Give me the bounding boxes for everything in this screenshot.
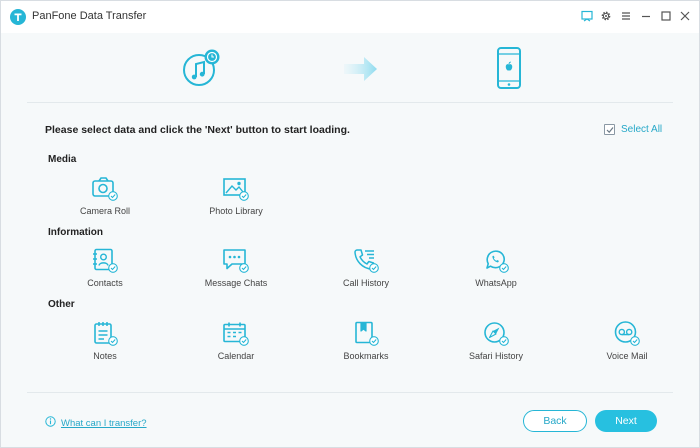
close-icon[interactable] (678, 9, 692, 23)
item-label: Photo Library (209, 206, 263, 216)
divider (27, 102, 673, 103)
iphone-target-icon (495, 46, 523, 95)
minimize-icon[interactable] (639, 9, 653, 23)
item-label: Bookmarks (343, 351, 389, 361)
item-label: Message Chats (204, 278, 268, 288)
item-contacts[interactable]: Contacts (60, 248, 150, 288)
music-source-icon (181, 47, 225, 92)
section-title-information: Information (48, 227, 103, 238)
contacts-icon (91, 248, 119, 274)
gear-icon[interactable] (599, 9, 613, 23)
item-label: Safari History (468, 351, 523, 361)
menu-icon[interactable] (619, 9, 633, 23)
item-voice-mail[interactable]: Voice Mail (582, 321, 672, 361)
item-camera-roll[interactable]: Camera Roll (60, 176, 150, 216)
app-logo-icon (10, 9, 26, 25)
item-safari-history[interactable]: Safari History (451, 321, 541, 361)
item-bookmarks[interactable]: Bookmarks (321, 321, 411, 361)
bookmark-icon (352, 321, 380, 347)
item-notes[interactable]: Notes (60, 321, 150, 361)
compass-icon (482, 321, 510, 347)
section-title-media: Media (48, 154, 77, 165)
select-all-checkbox[interactable]: Select All (604, 124, 662, 135)
instruction-text: Please select data and click the 'Next' … (45, 124, 350, 136)
checkbox-icon (604, 124, 615, 135)
photo-icon (222, 176, 250, 202)
whatsapp-icon (482, 248, 510, 274)
calendar-icon (222, 321, 250, 347)
section-title-other: Other (48, 299, 75, 310)
arrow-right-icon (344, 57, 378, 86)
item-call-history[interactable]: Call History (321, 248, 411, 288)
feedback-icon[interactable] (580, 9, 594, 23)
info-icon (45, 414, 56, 432)
item-label: Call History (342, 278, 389, 288)
next-button[interactable]: Next (595, 410, 657, 432)
item-message-chats[interactable]: Message Chats (191, 248, 281, 288)
title-bar: PanFone Data Transfer (1, 1, 699, 33)
help-link[interactable]: What can I transfer? (45, 414, 147, 432)
item-label: WhatsApp (475, 278, 517, 288)
app-title: PanFone Data Transfer (32, 10, 147, 22)
item-label: Calendar (217, 351, 255, 361)
divider (27, 392, 673, 393)
app-window: PanFone Data Transfer Please select data… (0, 0, 700, 448)
select-all-label: Select All (621, 124, 663, 135)
help-link-label: What can I transfer? (61, 417, 147, 429)
item-label: Notes (93, 351, 117, 361)
item-calendar[interactable]: Calendar (191, 321, 281, 361)
call-history-icon (352, 248, 380, 274)
item-photo-library[interactable]: Photo Library (191, 176, 281, 216)
item-label: Contacts (87, 278, 123, 288)
notes-icon (91, 321, 119, 347)
item-whatsapp[interactable]: WhatsApp (451, 248, 541, 288)
camera-icon (91, 176, 119, 202)
back-button[interactable]: Back (523, 410, 587, 432)
message-icon (222, 248, 250, 274)
voicemail-icon (613, 321, 641, 347)
item-label: Voice Mail (606, 351, 648, 361)
item-label: Camera Roll (79, 206, 130, 216)
maximize-icon[interactable] (659, 9, 673, 23)
